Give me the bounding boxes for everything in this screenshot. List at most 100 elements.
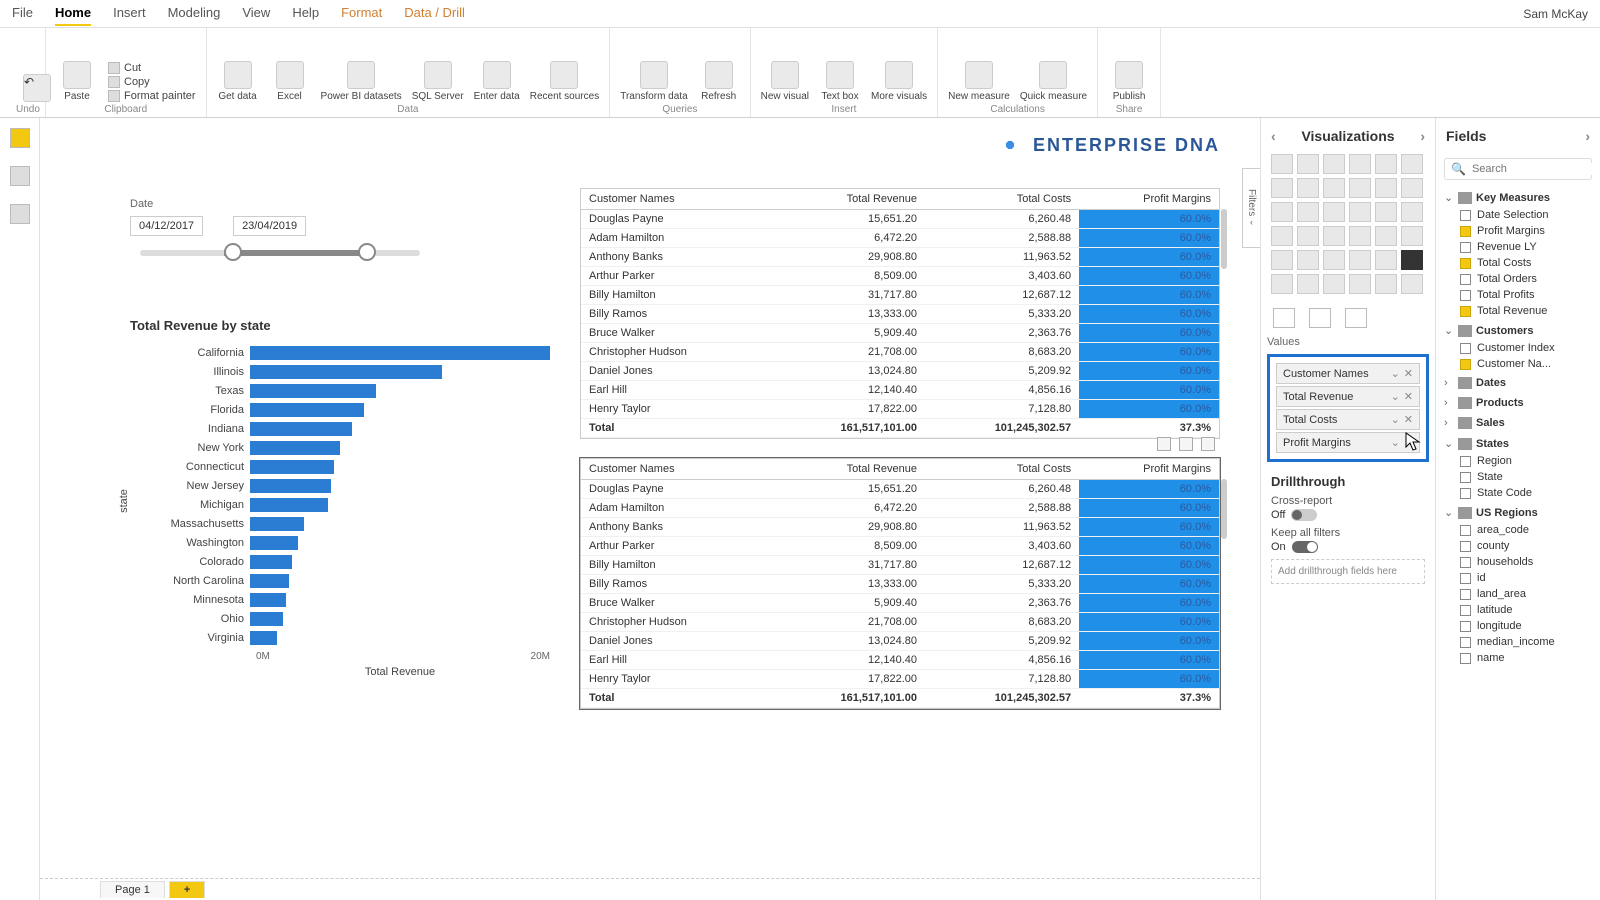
more-visuals-button[interactable]: More visuals [871,61,927,102]
viz-type-icon[interactable] [1323,154,1345,174]
scrollbar[interactable] [1221,479,1227,539]
checkbox[interactable] [1460,653,1471,664]
viz-type-icon[interactable] [1323,178,1345,198]
remove-icon[interactable]: ✕ [1404,413,1413,426]
viz-type-icon[interactable] [1401,202,1423,222]
collapse-viz-icon[interactable]: ‹ [1271,128,1276,144]
table-row[interactable]: Billy Ramos13,333.005,333.2060.0% [581,305,1219,324]
bar-row[interactable]: Indiana [130,419,550,438]
checkbox[interactable] [1460,637,1471,648]
field-item[interactable]: Date Selection [1460,207,1594,223]
viz-type-icon[interactable] [1323,274,1345,294]
checkbox[interactable] [1460,621,1471,632]
copy-button[interactable]: Copy [108,76,196,88]
table-row[interactable]: Daniel Jones13,024.805,209.9260.0% [581,632,1219,651]
viz-type-icon[interactable] [1401,274,1423,294]
field-item[interactable]: county [1460,538,1594,554]
checkbox[interactable] [1460,605,1471,616]
table-row[interactable]: Billy Hamilton31,717.8012,687.1260.0% [581,556,1219,575]
field-item[interactable]: id [1460,570,1594,586]
checkbox[interactable] [1460,343,1471,354]
menu-datadrill[interactable]: Data / Drill [404,1,465,26]
field-item[interactable]: Profit Margins [1460,223,1594,239]
menu-format[interactable]: Format [341,1,382,26]
bar-row[interactable]: New Jersey [130,476,550,495]
table-row[interactable]: Daniel Jones13,024.805,209.9260.0% [581,362,1219,381]
viz-type-icon[interactable] [1297,274,1319,294]
field-group-header[interactable]: ›Products [1442,394,1594,412]
table-row[interactable]: Henry Taylor17,822.007,128.8060.0% [581,400,1219,419]
keep-filters-toggle[interactable]: On [1271,541,1425,553]
enter-data-button[interactable]: Enter data [474,61,520,102]
viz-type-icon[interactable] [1271,226,1293,246]
viz-type-icon[interactable] [1271,154,1293,174]
bar-row[interactable]: Colorado [130,552,550,571]
excel-button[interactable]: Excel [269,61,311,102]
bar-row[interactable]: Illinois [130,362,550,381]
viz-type-icon[interactable] [1297,226,1319,246]
checkbox[interactable] [1460,226,1471,237]
checkbox[interactable] [1460,541,1471,552]
expand-icon[interactable]: › [1444,397,1454,409]
col-header[interactable]: Total Costs [925,189,1079,210]
field-item[interactable]: Revenue LY [1460,239,1594,255]
field-item[interactable]: State Code [1460,485,1594,501]
data-table-1[interactable]: Customer NamesTotal RevenueTotal CostsPr… [580,188,1220,439]
bar-row[interactable]: California [130,343,550,362]
viz-type-icon[interactable] [1349,154,1371,174]
expand-icon[interactable]: ⌄ [1444,437,1454,450]
text-box-button[interactable]: Text box [819,61,861,102]
field-item[interactable]: State [1460,469,1594,485]
format-painter-button[interactable]: Format painter [108,90,196,102]
checkbox[interactable] [1460,557,1471,568]
bar-row[interactable]: Florida [130,400,550,419]
bar-row[interactable]: Massachusetts [130,514,550,533]
table-row[interactable]: Adam Hamilton6,472.202,588.8860.0% [581,229,1219,248]
fields-tab-icon[interactable] [1273,308,1295,328]
field-item[interactable]: Total Revenue [1460,303,1594,319]
viz-type-icon[interactable] [1375,226,1397,246]
field-well-item[interactable]: Customer Names⌄✕ [1276,363,1420,384]
add-page-tab[interactable]: + [169,881,205,898]
viz-type-icon[interactable] [1375,274,1397,294]
remove-icon[interactable]: ✕ [1404,436,1413,449]
menu-insert[interactable]: Insert [113,1,146,26]
refresh-button[interactable]: Refresh [698,61,740,102]
more-options-icon[interactable] [1201,437,1215,451]
checkbox[interactable] [1460,359,1471,370]
scrollbar[interactable] [1221,209,1227,269]
field-item[interactable]: land_area [1460,586,1594,602]
field-item[interactable]: Region [1460,453,1594,469]
viz-type-icon[interactable] [1271,178,1293,198]
new-visual-button[interactable]: New visual [761,61,809,102]
bar-row[interactable]: North Carolina [130,571,550,590]
paste-button[interactable]: Paste [56,61,98,102]
table-row[interactable]: Anthony Banks29,908.8011,963.5260.0% [581,248,1219,267]
expand-viz-icon[interactable]: › [1420,128,1425,144]
slider-handle-from[interactable] [224,243,242,261]
checkbox[interactable] [1460,589,1471,600]
cut-button[interactable]: Cut [108,62,196,74]
viz-type-icon[interactable] [1297,178,1319,198]
date-to[interactable]: 23/04/2019 [233,216,306,236]
checkbox[interactable] [1460,488,1471,499]
field-item[interactable]: Total Costs [1460,255,1594,271]
viz-type-icon[interactable] [1349,178,1371,198]
bar-row[interactable]: New York [130,438,550,457]
transform-data-button[interactable]: Transform data [620,61,687,102]
table-row[interactable]: Henry Taylor17,822.007,128.8060.0% [581,670,1219,689]
table-row[interactable]: Bruce Walker5,909.402,363.7660.0% [581,324,1219,343]
checkbox[interactable] [1460,242,1471,253]
checkbox[interactable] [1460,573,1471,584]
bar-row[interactable]: Michigan [130,495,550,514]
field-item[interactable]: Total Orders [1460,271,1594,287]
expand-icon[interactable]: ⌄ [1444,191,1454,204]
menu-file[interactable]: File [12,1,33,26]
bar-row[interactable]: Minnesota [130,590,550,609]
col-header[interactable]: Total Revenue [771,459,925,480]
menu-modeling[interactable]: Modeling [168,1,221,26]
viz-type-icon[interactable] [1349,202,1371,222]
quick-measure-button[interactable]: Quick measure [1020,61,1087,102]
viz-type-icon[interactable] [1375,178,1397,198]
viz-type-icon[interactable] [1349,226,1371,246]
